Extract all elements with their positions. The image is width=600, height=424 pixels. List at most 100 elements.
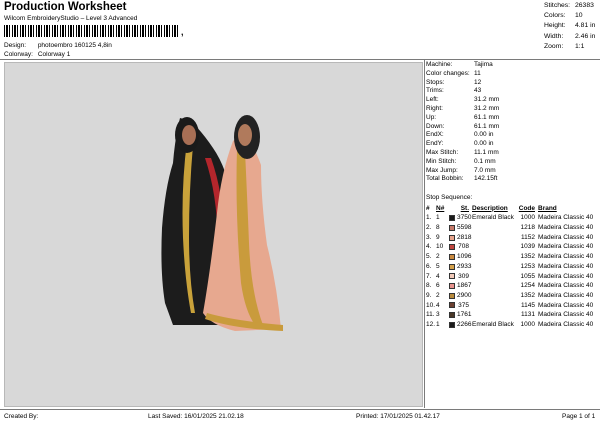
thread-code: 1055 [520, 272, 535, 280]
table-row: 5. 2 1096 1352 Madeira Classic 40 [426, 252, 598, 262]
spec-row: Right: 31.2 mm [426, 105, 598, 114]
stitch-count: 375 [458, 301, 469, 309]
spec-label: EndX: [426, 131, 444, 139]
spec-label: Down: [426, 122, 445, 130]
spec-row: Total Bobbin: 142.15ft [426, 175, 598, 184]
color-swatch [449, 301, 457, 311]
worksheet-header: Production Worksheet Wilcom EmbroiderySt… [0, 0, 600, 60]
spec-row: Min Stitch: 0.1 mm [426, 158, 598, 167]
stop-number: 2 [436, 291, 440, 299]
stitch-count: 2900 [457, 291, 472, 299]
table-header: # N# St. Description Code Brand [426, 204, 598, 214]
table-row: 11. 3 1761 1131 Madeira Classic 40 [426, 310, 598, 320]
color-swatch [449, 281, 457, 291]
stat-value: 4.81 in [575, 22, 596, 30]
spec-row: EndX: 0.00 in [426, 131, 598, 140]
design-preview [4, 62, 423, 407]
design-row: Design: photoembro 160125 4,8in [4, 42, 112, 49]
divider [0, 409, 600, 410]
spec-value: Tajima [474, 61, 493, 68]
spec-value: 0.1 mm [474, 157, 496, 165]
thread-brand: Madeira Classic 40 [538, 291, 594, 299]
stitch-count: 1761 [457, 311, 472, 319]
table-row: 2. 8 5598 1218 Madeira Classic 40 [426, 223, 598, 233]
row-number: 2. [426, 224, 432, 232]
row-number: 5. [426, 253, 432, 261]
divider [424, 60, 425, 408]
color-swatch [449, 320, 457, 330]
spec-value: 43 [474, 87, 482, 95]
thread-description [472, 272, 518, 282]
spec-value: 142.15ft [474, 175, 498, 183]
thread-code: 1131 [521, 311, 535, 319]
stitch-count: 2818 [457, 233, 472, 241]
spec-value: 61.1 mm [474, 122, 500, 130]
stitch-count: 5598 [457, 224, 472, 232]
stitch-count: 3750 [457, 214, 472, 222]
spec-label: Trims: [426, 87, 444, 95]
column-header: Description [472, 204, 508, 212]
thread-brand: Madeira Classic 40 [538, 253, 594, 261]
thread-brand: Madeira Classic 40 [538, 214, 594, 222]
row-number: 11. [426, 311, 435, 319]
spec-value: 7.0 mm [474, 166, 496, 174]
row-number: 10. [426, 301, 436, 309]
page-title: Production Worksheet [4, 1, 127, 13]
thread-description [472, 281, 518, 291]
page-number: Page 1 of 1 [562, 413, 596, 420]
table-row: 6. 5 2933 1253 Madeira Classic 40 [426, 262, 598, 272]
thread-brand: Madeira Classic 40 [538, 243, 594, 251]
thread-brand: Madeira Classic 40 [538, 272, 594, 280]
stop-number: 4 [436, 272, 440, 280]
thread-description [472, 242, 518, 252]
colorway-row: Colorway: Colorway 1 [4, 51, 70, 58]
stop-number: 8 [436, 224, 440, 232]
stat-label: Colors: [544, 12, 566, 20]
row-number: 3. [426, 233, 432, 241]
footer: Created By: Last Saved: 16/01/2025 21.02… [0, 412, 600, 424]
spec-label: Max Stitch: [426, 148, 459, 156]
spec-label: EndY: [426, 140, 444, 148]
stat-row: Colors: 10 [544, 12, 600, 22]
printed-date: Printed: 17/01/2025 01.42.17 [356, 413, 440, 420]
thread-description [472, 252, 518, 262]
thread-code: 1218 [520, 224, 535, 232]
color-swatch [449, 242, 457, 252]
table-row: 1. 1 3750 Emerald Black 1000 Madeira Classic … [426, 213, 598, 223]
stitch-count: 2933 [457, 262, 472, 270]
color-swatch [449, 291, 457, 301]
thread-code: 1352 [520, 253, 535, 261]
thread-code: 1000 [520, 214, 535, 222]
stitch-count: 309 [458, 272, 469, 280]
spec-value: 0.00 in [474, 131, 494, 139]
thread-code: 1352 [520, 291, 535, 299]
spec-value: 31.2 mm [474, 104, 500, 112]
stop-number: 5 [436, 262, 440, 270]
stop-number: 1 [436, 214, 440, 222]
color-swatch [449, 233, 457, 243]
thread-brand: Madeira Classic 40 [538, 301, 594, 309]
stop-number: 1 [436, 320, 440, 328]
column-header: N# [436, 204, 445, 212]
thread-description [472, 262, 518, 272]
spec-row: EndY: 0.00 in [426, 140, 598, 149]
stop-number: 9 [436, 233, 440, 241]
color-swatch [449, 252, 457, 262]
color-swatch [449, 262, 457, 272]
spec-value: 31.2 mm [474, 96, 500, 104]
thread-brand: Madeira Classic 40 [538, 320, 594, 328]
spec-label: Machine: [426, 61, 453, 68]
thread-description: Emerald Black [472, 320, 514, 328]
thread-code: 1254 [520, 282, 535, 290]
column-header: # [426, 204, 430, 212]
spec-row: Color changes: 11 [426, 70, 598, 79]
spec-label: Right: [426, 104, 443, 112]
barcode-text: , [181, 27, 184, 37]
table-row: 3. 9 2818 1152 Madeira Classic 40 [426, 233, 598, 243]
spec-label: Min Stitch: [426, 157, 457, 165]
spec-row: Machine: Tajima [426, 61, 598, 70]
column-header [449, 204, 457, 214]
spec-row: Trims: 43 [426, 87, 598, 96]
thread-description [472, 233, 518, 243]
spec-row: Max Jump: 7.0 mm [426, 167, 598, 176]
